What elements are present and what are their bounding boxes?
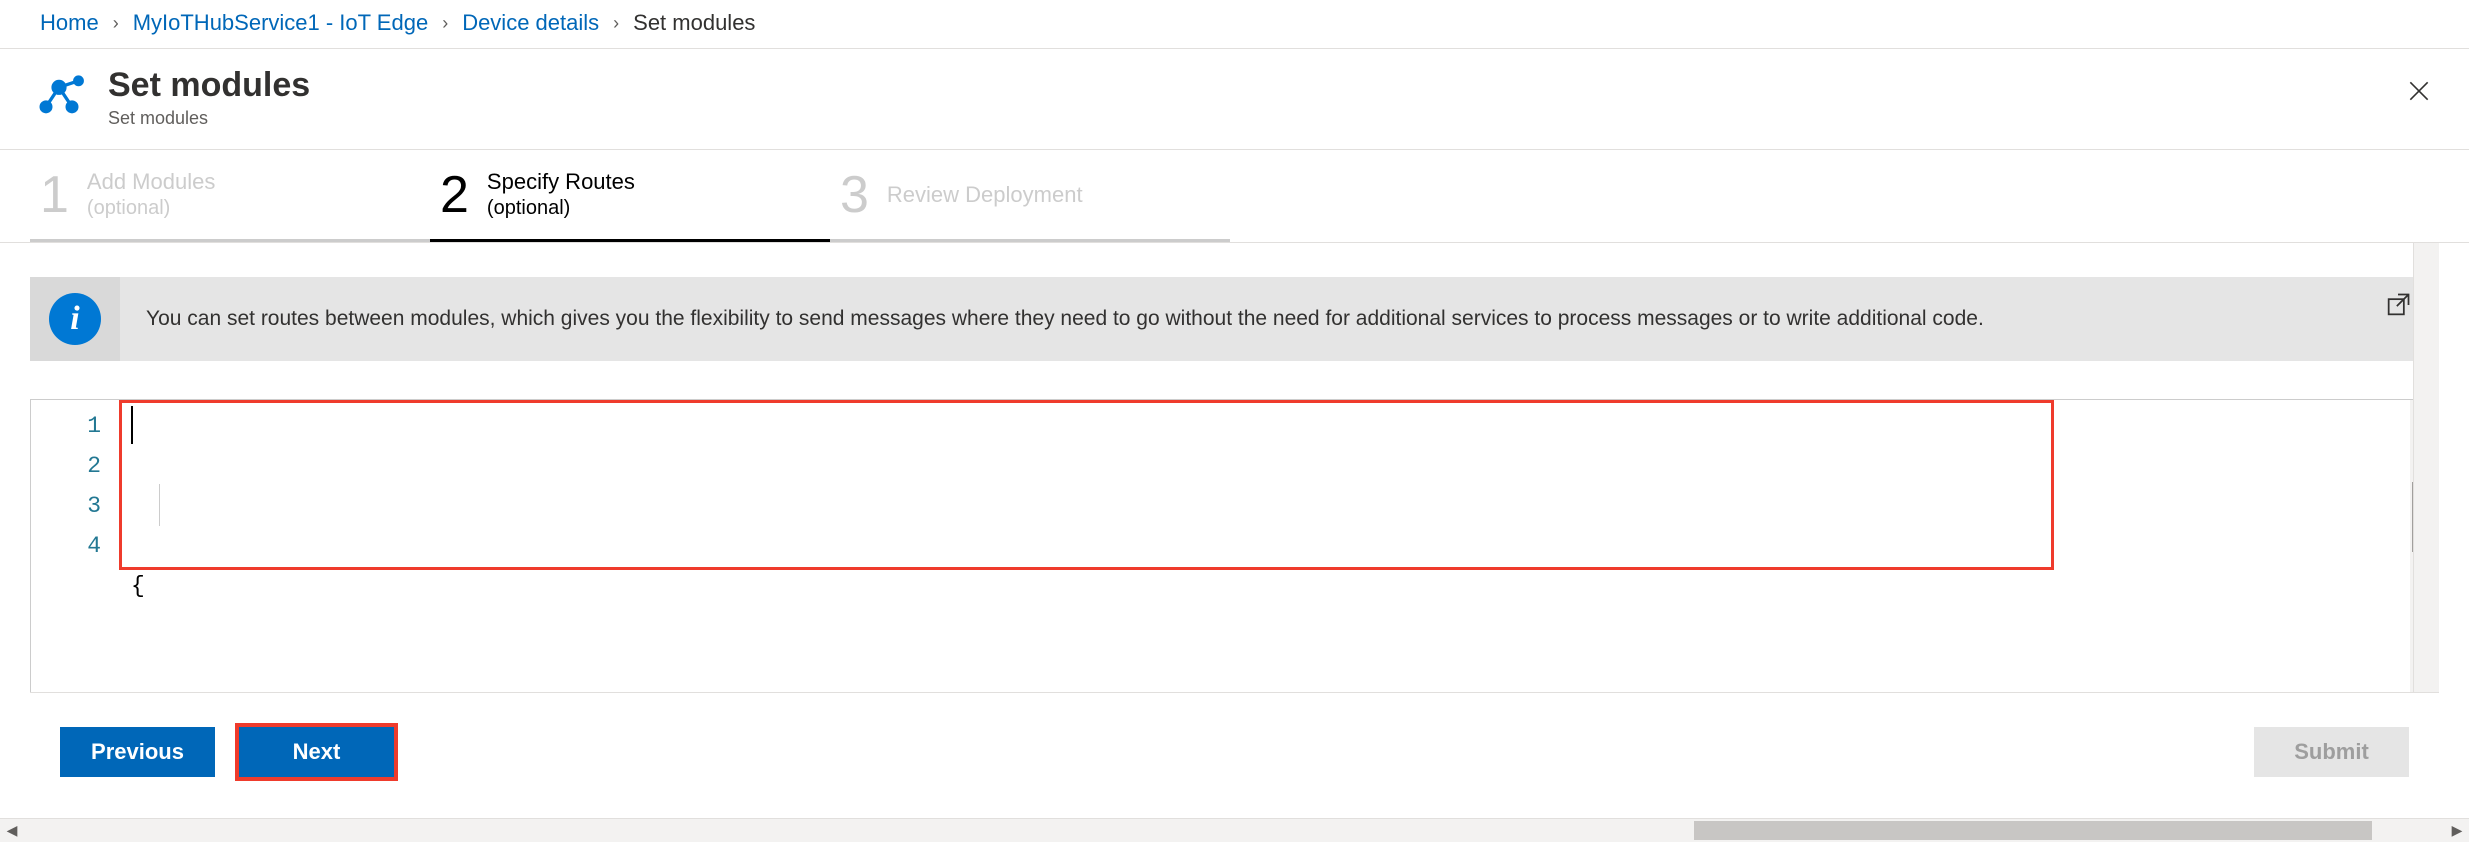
scrollbar-thumb[interactable] — [1694, 821, 2372, 840]
line-number: 4 — [31, 526, 101, 566]
previous-button[interactable]: Previous — [60, 727, 215, 777]
chevron-right-icon: › — [113, 13, 119, 34]
line-number: 1 — [31, 406, 101, 446]
editor-gutter: 1 2 3 4 — [31, 400, 121, 693]
line-number: 2 — [31, 446, 101, 486]
step-subtitle: (optional) — [487, 196, 635, 221]
close-button[interactable] — [2399, 71, 2439, 111]
step-number: 2 — [440, 169, 469, 221]
scrollbar-track[interactable] — [24, 819, 2445, 842]
set-modules-icon — [30, 67, 88, 125]
info-icon-cell: i — [30, 277, 120, 361]
external-link-icon — [2384, 291, 2412, 319]
scroll-right-arrow-icon[interactable]: ▶ — [2445, 822, 2469, 839]
page-horizontal-scrollbar[interactable]: ◀ ▶ — [0, 818, 2469, 842]
line-number: 3 — [31, 486, 101, 526]
info-banner: i You can set routes between modules, wh… — [30, 277, 2433, 361]
step-review-deployment[interactable]: 3 Review Deployment — [830, 150, 1230, 242]
breadcrumb-device-details[interactable]: Device details — [462, 10, 599, 36]
next-button[interactable]: Next — [239, 727, 394, 777]
page-header: Set modules Set modules — [0, 49, 2469, 150]
step-subtitle: (optional) — [87, 196, 215, 221]
step-title: Review Deployment — [887, 181, 1083, 209]
stepper: 1 Add Modules (optional) 2 Specify Route… — [0, 150, 2469, 243]
info-text: You can set routes between modules, whic… — [120, 277, 2363, 361]
chevron-right-icon: › — [613, 13, 619, 34]
routes-editor[interactable]: 1 2 3 4 { "routes": { "route": "FROM /* … — [30, 399, 2433, 693]
code-token: { — [131, 573, 145, 599]
step-title: Add Modules — [87, 168, 215, 196]
indent-guide — [159, 484, 160, 526]
scroll-left-arrow-icon[interactable]: ◀ — [0, 822, 24, 839]
content-area: i You can set routes between modules, wh… — [0, 243, 2469, 811]
step-title: Specify Routes — [487, 168, 635, 196]
editor-cursor — [131, 406, 133, 444]
breadcrumb-home[interactable]: Home — [40, 10, 99, 36]
breadcrumb-hub[interactable]: MyIoTHubService1 - IoT Edge — [133, 10, 429, 36]
breadcrumb: Home › MyIoTHubService1 - IoT Edge › Dev… — [0, 0, 2469, 49]
close-icon — [2406, 78, 2432, 104]
step-add-modules[interactable]: 1 Add Modules (optional) — [30, 150, 430, 242]
step-number: 1 — [40, 169, 69, 221]
breadcrumb-current: Set modules — [633, 10, 755, 36]
page-subtitle: Set modules — [108, 108, 310, 129]
wizard-footer: Previous Next Submit — [30, 693, 2439, 811]
content-vertical-scrollbar[interactable] — [2413, 243, 2439, 692]
info-icon: i — [49, 293, 101, 345]
inner-scroll-region[interactable]: i You can set routes between modules, wh… — [30, 243, 2439, 693]
editor-code[interactable]: { "routes": { "route": "FROM /* WHERE to… — [121, 400, 2432, 693]
page-title: Set modules — [108, 67, 310, 104]
submit-button[interactable]: Submit — [2254, 727, 2409, 777]
step-specify-routes[interactable]: 2 Specify Routes (optional) — [430, 150, 830, 242]
chevron-right-icon: › — [442, 13, 448, 34]
step-number: 3 — [840, 169, 869, 221]
info-external-link[interactable] — [2384, 291, 2412, 325]
